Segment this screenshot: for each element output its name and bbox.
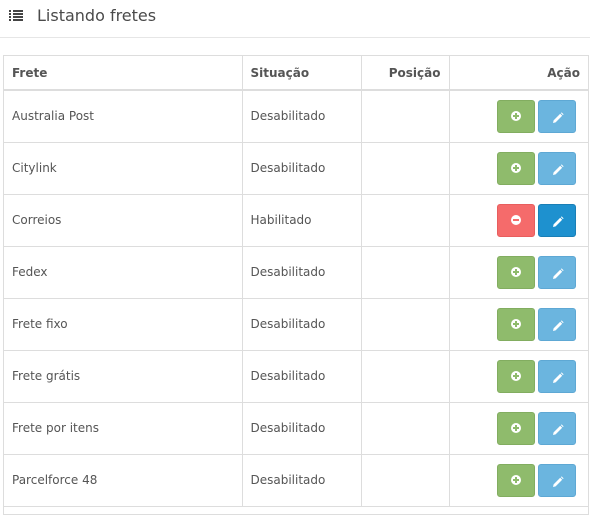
table-row: Fedex Desabilitado [4, 246, 588, 299]
table-row: Frete fixo Desabilitado [4, 298, 588, 351]
shipping-position [361, 194, 450, 247]
shipping-name: Parcelforce 48 [4, 454, 243, 507]
shipping-position [361, 142, 450, 195]
row-actions [449, 350, 588, 403]
install-button[interactable] [497, 463, 535, 497]
shipping-status: Desabilitado [242, 298, 362, 351]
table-row: Australia Post Desabilitado [4, 90, 588, 143]
column-header-situacao: Situação [242, 56, 362, 91]
plus-circle-icon [511, 319, 521, 329]
edit-button[interactable] [538, 463, 576, 497]
shipping-status: Desabilitado [242, 454, 362, 507]
shipping-position [361, 350, 450, 403]
plus-circle-icon [511, 111, 521, 122]
shipping-name: Australia Post [4, 90, 243, 143]
shipping-status: Desabilitado [242, 402, 362, 455]
shipping-position [361, 298, 450, 351]
shipping-name: Fedex [4, 246, 243, 299]
row-actions [449, 194, 588, 247]
edit-button[interactable] [538, 411, 576, 445]
plus-circle-icon [511, 475, 521, 485]
shipping-name: Frete grátis [4, 350, 243, 403]
shipping-position [361, 246, 450, 299]
table-header-row: Frete Situação Posição Ação [4, 56, 588, 91]
table-row: Correios Habilitado [4, 194, 588, 247]
page-header: Listando fretes [0, 0, 590, 38]
row-actions [449, 142, 588, 195]
shipping-status: Desabilitado [242, 90, 362, 143]
shipping-position [361, 90, 450, 143]
install-button[interactable] [497, 255, 535, 289]
shipping-status: Desabilitado [242, 142, 362, 195]
install-button[interactable] [497, 151, 535, 185]
shipping-name: Citylink [4, 142, 243, 195]
shipping-position [361, 402, 450, 455]
plus-circle-icon [511, 371, 521, 381]
column-header-posicao: Posição [361, 56, 450, 91]
shipping-status: Desabilitado [242, 246, 362, 299]
plus-circle-icon [511, 423, 521, 433]
shipping-table: Frete Situação Posição Ação Australia Po… [3, 55, 589, 515]
list-icon [9, 10, 23, 22]
shipping-name: Correios [4, 194, 243, 247]
row-actions [449, 298, 588, 351]
table-row: Frete por itens Desabilitado [4, 402, 588, 455]
shipping-name: Frete por itens [4, 402, 243, 455]
uninstall-button[interactable] [497, 203, 535, 237]
plus-circle-icon [511, 267, 521, 277]
install-button[interactable] [497, 99, 535, 133]
install-button[interactable] [497, 307, 535, 341]
install-button[interactable] [497, 359, 535, 393]
page-title: Listando fretes [37, 6, 157, 25]
shipping-status: Habilitado [242, 194, 362, 247]
shipping-position [361, 454, 450, 507]
table-row: Citylink Desabilitado [4, 142, 588, 195]
shipping-name: Frete fixo [4, 298, 243, 351]
edit-button[interactable] [538, 151, 576, 185]
plus-circle-icon [511, 163, 521, 173]
row-actions [449, 90, 588, 143]
edit-button[interactable] [538, 307, 576, 341]
shipping-status: Desabilitado [242, 350, 362, 403]
install-button[interactable] [497, 411, 535, 445]
edit-button[interactable] [538, 359, 576, 393]
table-row: Parcelforce 48 Desabilitado [4, 454, 588, 507]
row-actions [449, 246, 588, 299]
column-header-frete: Frete [4, 56, 243, 91]
row-actions [449, 454, 588, 507]
minus-circle-icon [511, 215, 521, 225]
edit-button[interactable] [538, 203, 576, 237]
table-row: Frete grátis Desabilitado [4, 350, 588, 403]
edit-button[interactable] [538, 99, 576, 133]
column-header-acao: Ação [449, 56, 588, 91]
edit-button[interactable] [538, 255, 576, 289]
row-actions [449, 402, 588, 455]
